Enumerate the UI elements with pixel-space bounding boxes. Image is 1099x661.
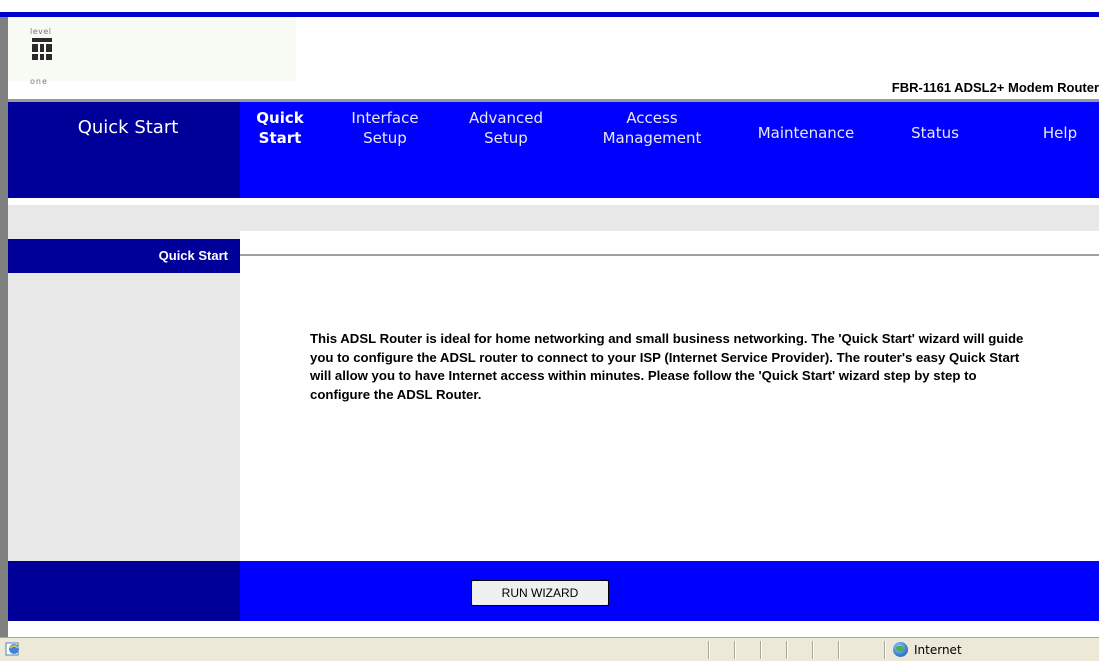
nav-item-interface-setup[interactable]: Interface Setup [340, 108, 430, 158]
nav-current-section: Quick Start [8, 102, 240, 198]
section-divider [240, 254, 1099, 256]
page-status-icon [5, 642, 19, 656]
section-title: Quick Start [158, 248, 228, 263]
nav-item-access-management[interactable]: Access Management [588, 108, 716, 158]
section-title-box: Quick Start [8, 239, 240, 273]
browser-status-bar: Internet [0, 637, 1099, 661]
internet-zone-icon [893, 642, 908, 657]
sub-nav-bar [240, 162, 1099, 198]
nav-item-quick-start[interactable]: Quick Start [244, 108, 316, 158]
left-panel [8, 231, 240, 561]
nav-current-section-label: Quick Start [77, 117, 179, 138]
nav-item-advanced-setup[interactable]: Advanced Setup [456, 108, 556, 158]
product-name: FBR-1161 ADSL2+ Modem Router [891, 80, 1099, 95]
gray-band [8, 205, 1099, 231]
levelone-logo: level one [30, 27, 54, 87]
quick-start-description: This ADSL Router is ideal for home netwo… [310, 331, 1024, 402]
logo-area: level one [8, 17, 296, 86]
left-border [0, 12, 8, 637]
nav-item-help[interactable]: Help [1030, 108, 1090, 158]
run-wizard-button[interactable]: RUN WIZARD [471, 580, 609, 606]
nav-item-status[interactable]: Status [890, 108, 980, 158]
security-zone-label: Internet [914, 643, 962, 657]
footer-left [8, 561, 240, 621]
logo-text-top: level [30, 27, 52, 36]
nav-item-maintenance[interactable]: Maintenance [744, 108, 868, 158]
header: level one FBR-1161 ADSL2+ Modem Router [8, 17, 1099, 99]
logo-mark-icon [32, 38, 52, 60]
logo-text-bottom: one [30, 77, 48, 86]
